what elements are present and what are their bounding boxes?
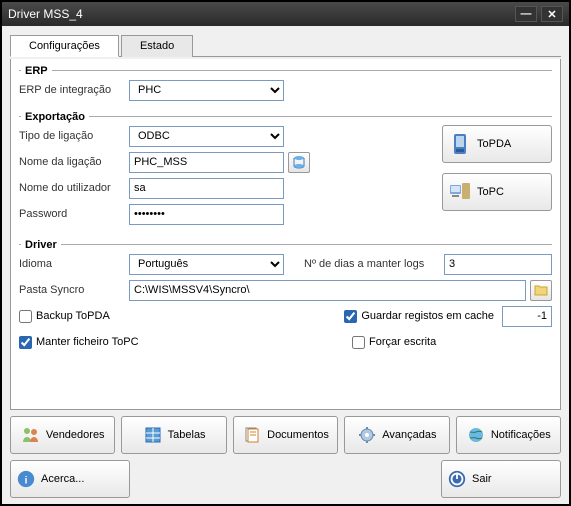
conn-type-label: Tipo de ligação — [19, 130, 129, 142]
group-driver-label: Driver — [21, 239, 61, 251]
lang-label: Idioma — [19, 258, 129, 270]
avancadas-button[interactable]: Avançadas — [344, 416, 449, 454]
window-title: Driver MSS_4 — [8, 7, 511, 21]
database-icon — [292, 155, 306, 169]
gear-icon — [357, 425, 377, 445]
topda-button[interactable]: ToPDA — [442, 125, 552, 163]
folder-label: Pasta Syncro — [19, 284, 129, 296]
topc-button[interactable]: ToPC — [442, 173, 552, 211]
tab-configuracoes[interactable]: Configurações — [10, 35, 119, 57]
password-input[interactable] — [129, 204, 284, 225]
topda-button-label: ToPDA — [477, 138, 511, 150]
notificacoes-button[interactable]: Notificações — [456, 416, 561, 454]
password-label: Password — [19, 208, 129, 220]
tabstrip: Configurações Estado — [10, 34, 561, 57]
folder-browse-button[interactable] — [530, 280, 552, 301]
topc-button-label: ToPC — [477, 186, 504, 198]
toolbar: Vendedores Tabelas Documentos Avançadas … — [10, 416, 561, 454]
folder-icon — [534, 284, 548, 296]
group-erp-label: ERP — [21, 65, 52, 77]
titlebar: Driver MSS_4 — ✕ — [2, 2, 569, 26]
pc-icon — [449, 181, 471, 203]
document-icon — [242, 425, 262, 445]
close-button[interactable]: ✕ — [541, 6, 563, 22]
vendedores-button[interactable]: Vendedores — [10, 416, 115, 454]
group-erp: ERP de integração PHC — [19, 70, 552, 101]
manter-topc-checkbox[interactable]: Manter ficheiro ToPC — [19, 336, 139, 349]
erp-integration-label: ERP de integração — [19, 84, 129, 96]
erp-integration-select[interactable]: PHC — [129, 80, 284, 101]
user-label: Nome do utilizador — [19, 182, 129, 194]
group-export: Tipo de ligação ODBC Nome da ligação — [19, 116, 552, 229]
days-label: Nº de dias a manter logs — [304, 258, 444, 270]
cache-value-input[interactable] — [502, 306, 552, 327]
pda-icon — [449, 133, 471, 155]
tab-estado[interactable]: Estado — [121, 35, 193, 57]
tab-body: ERP ERP de integração PHC Exportação Tip… — [10, 59, 561, 410]
backup-topda-checkbox[interactable]: Backup ToPDA — [19, 310, 110, 323]
documentos-button[interactable]: Documentos — [233, 416, 338, 454]
sair-button[interactable]: Sair — [441, 460, 561, 498]
client-area: Configurações Estado ERP ERP de integraç… — [2, 26, 569, 504]
bottom-bar: i Acerca... Sair — [10, 460, 561, 498]
globe-icon — [466, 425, 486, 445]
svg-text:i: i — [25, 476, 28, 487]
days-input[interactable] — [444, 254, 552, 275]
group-export-label: Exportação — [21, 111, 89, 123]
conn-name-label: Nome da ligação — [19, 156, 129, 168]
guardar-cache-checkbox[interactable]: Guardar registos em cache — [344, 310, 494, 323]
conn-name-input[interactable] — [129, 152, 284, 173]
acerca-button[interactable]: i Acerca... — [10, 460, 130, 498]
app-window: Driver MSS_4 — ✕ Configurações Estado ER… — [0, 0, 571, 506]
info-icon: i — [16, 469, 36, 489]
folder-input[interactable] — [129, 280, 526, 301]
group-driver: Idioma Português Nº de dias a manter log… — [19, 244, 552, 353]
conn-name-edit-button[interactable] — [288, 152, 310, 173]
minimize-button[interactable]: — — [515, 6, 537, 22]
people-icon — [21, 425, 41, 445]
table-icon — [143, 425, 163, 445]
lang-select[interactable]: Português — [129, 254, 284, 275]
tabelas-button[interactable]: Tabelas — [121, 416, 226, 454]
conn-type-select[interactable]: ODBC — [129, 126, 284, 147]
forcar-escrita-checkbox[interactable]: Forçar escrita — [352, 336, 552, 349]
power-icon — [447, 469, 467, 489]
user-input[interactable] — [129, 178, 284, 199]
